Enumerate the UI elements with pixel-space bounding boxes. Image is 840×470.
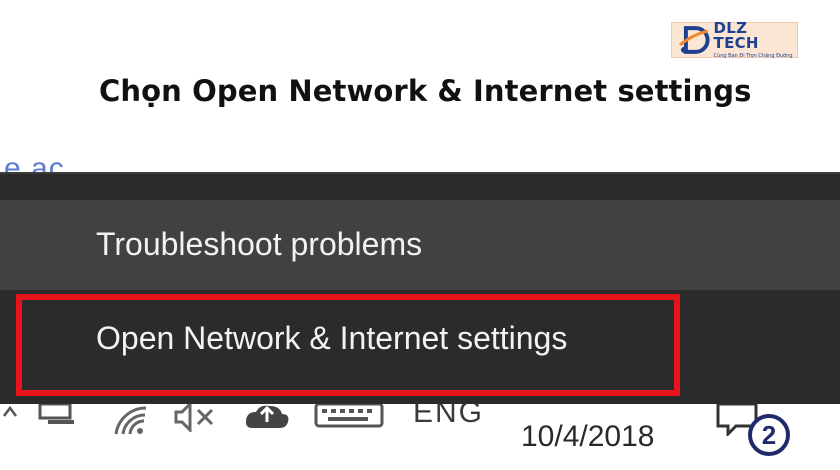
keyboard-icon[interactable]: [314, 404, 384, 430]
taskbar: ENG 10/4/2018 2: [0, 404, 840, 470]
logo-name: DLZ TECH: [713, 19, 759, 52]
highlight-box: [16, 294, 680, 396]
network-computer-icon[interactable]: [38, 404, 78, 428]
notification-count-badge[interactable]: 2: [748, 414, 790, 456]
dlz-logo-icon: [679, 26, 710, 54]
volume-mute-icon[interactable]: [174, 404, 218, 432]
dlz-tech-logo: DLZ TECH Cùng Bạn Đi Trọn Chặng Đường: [671, 19, 798, 59]
menu-item-troubleshoot[interactable]: Troubleshoot problems: [0, 200, 840, 290]
chevron-up-icon[interactable]: [2, 404, 18, 420]
background-link-fragment: e ac: [0, 148, 110, 174]
menu-item-label: Troubleshoot problems: [96, 226, 423, 262]
language-indicator[interactable]: ENG: [413, 404, 484, 430]
logo-tagline: Cùng Bạn Đi Trọn Chặng Đường: [713, 53, 793, 59]
background-link-text: e ac: [4, 152, 65, 174]
taskbar-date[interactable]: 10/4/2018: [521, 420, 654, 454]
onedrive-icon[interactable]: [244, 404, 290, 428]
page-heading: Chọn Open Network & Internet settings: [99, 74, 752, 108]
notification-count: 2: [761, 419, 777, 450]
network-context-menu: Troubleshoot problems Open Network & Int…: [0, 172, 840, 404]
wifi-icon[interactable]: [112, 404, 154, 438]
